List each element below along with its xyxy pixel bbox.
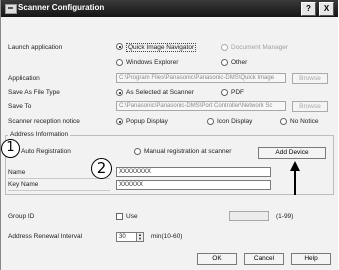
key-name-label: Key Name bbox=[8, 181, 39, 188]
save-as-file-type-label: Save As File Type bbox=[8, 89, 60, 96]
up-arrow-icon bbox=[290, 161, 300, 195]
renewal-interval-input[interactable]: 30 bbox=[116, 232, 137, 242]
scanner-configuration-window: Scanner Configuration ? X Launch applica… bbox=[0, 0, 338, 270]
add-device-button[interactable]: Add Device bbox=[258, 147, 326, 159]
address-information-label: Address Information bbox=[8, 131, 71, 138]
callout-2: 2 bbox=[91, 158, 112, 179]
auto-registration-label: Auto Registration bbox=[21, 148, 71, 155]
key-name-divider bbox=[8, 190, 110, 191]
document-manager-label: Document Manager bbox=[231, 44, 289, 51]
window-title: Scanner Configuration bbox=[18, 3, 105, 12]
radio-windows-explorer[interactable] bbox=[116, 59, 123, 66]
radio-pdf[interactable] bbox=[221, 89, 228, 96]
name-label: Name bbox=[8, 169, 26, 176]
title-bar: Scanner Configuration ? X bbox=[1, 0, 338, 17]
help-title-button[interactable]: ? bbox=[301, 2, 316, 16]
app-icon bbox=[5, 4, 17, 14]
close-button[interactable]: X bbox=[319, 2, 334, 16]
radio-no-notice[interactable] bbox=[280, 118, 287, 125]
save-to-path-field[interactable]: C:\Panasonic\Panasonic-DMS\Port Controll… bbox=[116, 101, 286, 111]
cancel-button[interactable]: Cancel bbox=[244, 253, 284, 265]
ok-button[interactable]: OK bbox=[197, 253, 237, 265]
manual-registration-label: Manual registration at scanner bbox=[144, 148, 232, 155]
save-to-browse-button[interactable]: Browse bbox=[292, 101, 328, 112]
other-label: Other bbox=[231, 59, 248, 66]
name-input[interactable]: XXXXXXXX bbox=[116, 167, 271, 177]
no-notice-label: No Notice bbox=[290, 118, 319, 125]
group-id-input[interactable] bbox=[229, 211, 269, 221]
use-group-id-checkbox[interactable] bbox=[116, 213, 123, 220]
windows-explorer-label: Windows Explorer bbox=[126, 59, 179, 66]
radio-as-selected-at-scanner[interactable] bbox=[116, 89, 123, 96]
address-renewal-interval-label: Address Renewal Interval bbox=[8, 233, 83, 240]
launch-application-label: Launch application bbox=[8, 44, 63, 51]
radio-other[interactable] bbox=[221, 59, 228, 66]
pdf-label: PDF bbox=[231, 89, 244, 96]
renewal-interval-spinner[interactable]: ▲ ▼ bbox=[136, 232, 144, 242]
radio-quick-image-navigator[interactable] bbox=[116, 43, 123, 50]
popup-display-label: Popup Display bbox=[126, 118, 168, 125]
save-to-label: Save To bbox=[8, 103, 32, 110]
icon-display-label: Icon Display bbox=[217, 118, 253, 125]
radio-popup-display[interactable] bbox=[116, 118, 123, 125]
group-id-range-label: (1-99) bbox=[276, 213, 294, 220]
as-selected-at-scanner-label: As Selected at Scanner bbox=[126, 89, 194, 96]
key-name-input[interactable]: XXXXXX bbox=[116, 180, 271, 190]
name-divider bbox=[8, 178, 110, 179]
use-label: Use bbox=[126, 213, 138, 220]
renewal-interval-unit-label: min(10-60) bbox=[151, 233, 183, 240]
scanner-reception-notice-label: Scanner reception notice bbox=[8, 118, 80, 125]
application-path-field[interactable]: C:\Program Files\Panasonic\Panasonic-DMS… bbox=[116, 73, 286, 83]
group-id-label: Group ID bbox=[8, 213, 35, 220]
application-browse-button[interactable]: Browse bbox=[292, 73, 328, 84]
help-button[interactable]: Help bbox=[291, 253, 331, 265]
radio-manual-registration[interactable] bbox=[134, 148, 141, 155]
radio-icon-display[interactable] bbox=[207, 118, 214, 125]
quick-image-navigator-label[interactable]: Quick Image Navigator bbox=[126, 43, 197, 52]
spin-down-icon[interactable]: ▼ bbox=[138, 237, 142, 241]
callout-1: 1 bbox=[1, 139, 20, 158]
radio-document-manager[interactable] bbox=[221, 44, 228, 51]
application-label: Application bbox=[8, 75, 40, 82]
